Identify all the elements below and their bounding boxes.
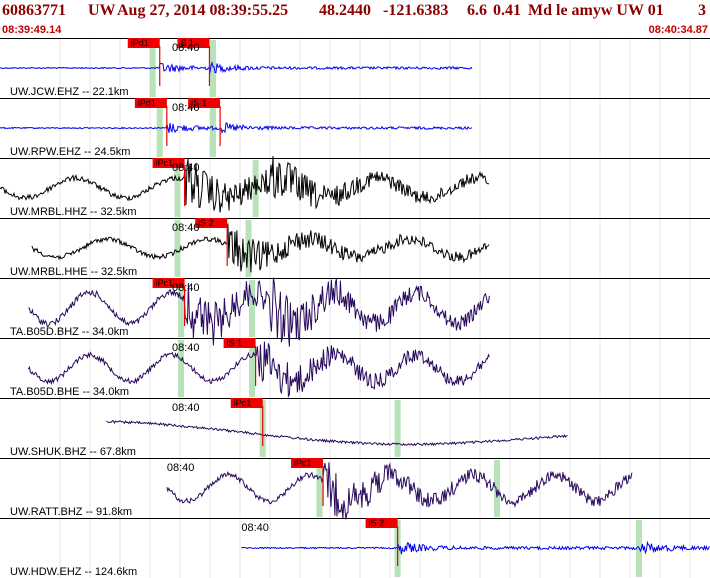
pick-window	[394, 400, 401, 457]
trace-time-label: 08:40	[172, 162, 200, 174]
event-lon: -121.6383	[383, 2, 449, 19]
trace-time-label: 08:40	[172, 42, 200, 54]
event-title: 60863771 UW Aug 27, 2014 08:39:55.25 48.…	[0, 0, 710, 24]
waveform-trace	[0, 122, 473, 135]
pick-label: iPc1	[156, 158, 174, 168]
pick-label: iPd1	[138, 98, 156, 108]
trace-time-label: 08:40	[172, 102, 200, 114]
trace-time-label: 08:40	[172, 342, 200, 354]
pick-window	[249, 340, 256, 397]
waveform-trace	[106, 420, 568, 447]
event-lat: 48.2440	[319, 2, 371, 19]
trace-time-label: 08:40	[172, 282, 200, 294]
station-label[interactable]: UW.MRBL.HHE -- 32.5km	[10, 266, 137, 278]
window-start-time: 08:39:49.14	[2, 24, 62, 36]
pick-label: iPd1	[131, 38, 149, 48]
waveform-trace	[166, 462, 633, 520]
pick-label: iPc1	[234, 398, 252, 408]
event-id: 60863771	[2, 2, 66, 19]
seismogram-panel[interactable]: iPd1 S 108:40UW.JCW.EHZ -- 22.1kmiPd1 iS 1…	[0, 38, 710, 578]
trace-time-label: 08:40	[172, 402, 200, 414]
pick-label: iS 2	[198, 218, 214, 228]
event-mag-type: Md	[528, 2, 552, 19]
trace-time-label: 08:40	[172, 222, 200, 234]
event-trailing: 3	[698, 2, 706, 19]
window-end-time: 08:40:34.87	[648, 24, 708, 36]
event-magnitude: 0.41	[493, 2, 521, 19]
trace-time-label: 08:40	[241, 522, 269, 534]
pick-label: iPc1	[294, 458, 312, 468]
event-datetime: Aug 27, 2014 08:39:55.25	[117, 2, 289, 19]
waveform-trace	[0, 156, 489, 213]
event-depth: 6.6	[467, 2, 487, 19]
pick-label: iS 2	[369, 518, 385, 528]
pick-label: iS 1	[227, 338, 243, 348]
station-label[interactable]: TA.B05D.BHZ -- 34.0km	[10, 326, 128, 338]
station-label[interactable]: UW.SHUK.BHZ -- 67.8km	[10, 446, 136, 458]
waveform-trace	[0, 61, 473, 74]
pick-window	[316, 460, 323, 517]
station-label[interactable]: TA.B05D.BHE -- 34.0km	[10, 386, 129, 398]
station-label[interactable]: UW.MRBL.HHZ -- 32.5km	[10, 206, 137, 218]
station-label[interactable]: UW.JCW.EHZ -- 22.1km	[10, 86, 129, 98]
station-label[interactable]: UW.HDW.EHZ -- 124.6km	[10, 566, 137, 578]
station-label[interactable]: UW.RATT.BHZ -- 91.8km	[10, 506, 132, 518]
event-extra: le amyw UW 01	[556, 2, 664, 19]
pick-label: iPc1	[156, 278, 174, 288]
pick-window	[494, 460, 500, 517]
event-network: UW	[88, 2, 116, 19]
station-label[interactable]: UW.RPW.EHZ -- 24.5km	[10, 146, 130, 158]
trace-time-label: 08:40	[167, 462, 195, 474]
